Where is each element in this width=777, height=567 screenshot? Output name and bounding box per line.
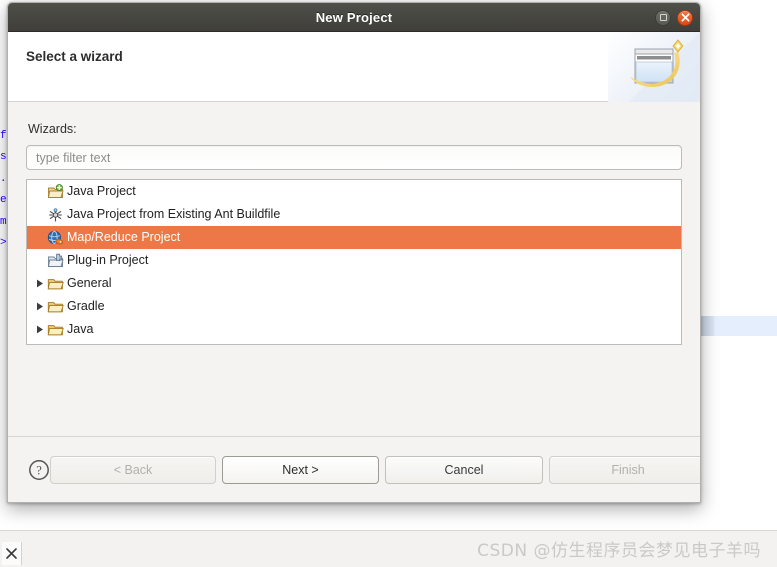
filter-input-placeholder: type filter text [36,150,111,165]
chevron-right-icon[interactable] [33,318,47,341]
back-button-label: < Back [113,462,153,477]
titlebar-button-group [655,3,693,32]
tree-row-label: Gradle [67,299,105,314]
chevron-right-icon[interactable] [33,341,47,344]
tree-row-label: Java [67,322,94,337]
dialog-banner: Select a wizard [8,32,700,102]
maximize-icon[interactable] [655,9,671,26]
tree-row-label: Java Project from Existing Ant Buildfile [67,207,281,222]
banner-title: Select a wizard [26,49,123,64]
dialog-button-group: < Back Next > Cancel Finish [50,455,700,484]
tree-row-label: General [67,276,112,291]
tree-row[interactable]: Java [27,318,681,341]
chevron-right-icon[interactable] [33,295,47,318]
folder-icon [47,341,65,344]
folder-icon [47,276,65,292]
new-project-wizard-banner-icon [608,32,700,102]
background-highlighted-row-edge [700,316,714,336]
tree-row[interactable]: General [27,272,681,295]
plugin-project-icon [47,253,65,269]
cancel-button[interactable]: Cancel [385,455,543,484]
dialog-titlebar: New Project [8,3,700,32]
dialog-footer: ? < Back Next > Cancel Finish [8,436,700,502]
tree-row[interactable]: Java Project [27,180,681,203]
chevron-right-icon[interactable] [33,272,47,295]
tree-row-label: Plug-in Project [67,253,149,268]
java-project-icon [47,183,65,200]
tree-row[interactable]: Gradle [27,295,681,318]
folder-icon [47,322,65,338]
tree-row-label: Map/Reduce Project [67,230,181,245]
tree-row[interactable]: Plug-in Project [27,249,681,272]
svg-text:?: ? [36,463,42,477]
dialog-title: New Project [315,9,393,25]
finish-button: Finish [549,455,700,484]
background-tab-close-button[interactable] [2,542,22,565]
tree-row-label: Java Project [67,184,136,199]
maximize-glyph [659,14,667,21]
tree-row-partial[interactable] [27,341,681,344]
next-button-label: Next > [282,462,319,477]
filter-input[interactable]: type filter text [26,145,682,170]
dialog-body: Wizards: type filter text Java Project J… [8,102,700,436]
back-button: < Back [50,455,216,484]
tree-row-selected[interactable]: Map/Reduce Project [27,226,681,249]
close-icon[interactable] [677,9,693,26]
next-button[interactable]: Next > [222,455,379,484]
folder-icon [47,299,65,315]
help-question-icon[interactable]: ? [28,459,50,481]
tree-row[interactable]: Java Project from Existing Ant Buildfile [27,203,681,226]
finish-button-label: Finish [611,462,645,477]
cancel-button-label: Cancel [444,462,484,477]
wizard-tree[interactable]: Java Project Java Project from Existing … [26,179,682,345]
new-project-dialog: New Project Select a wizard Wizards: typ… [7,2,701,503]
map-reduce-project-icon [47,230,65,246]
wizards-label: Wizards: [28,122,77,136]
csdn-watermark: CSDN @仿生程序员会梦见电子羊吗 [477,541,761,561]
ant-buildfile-icon [47,207,65,223]
